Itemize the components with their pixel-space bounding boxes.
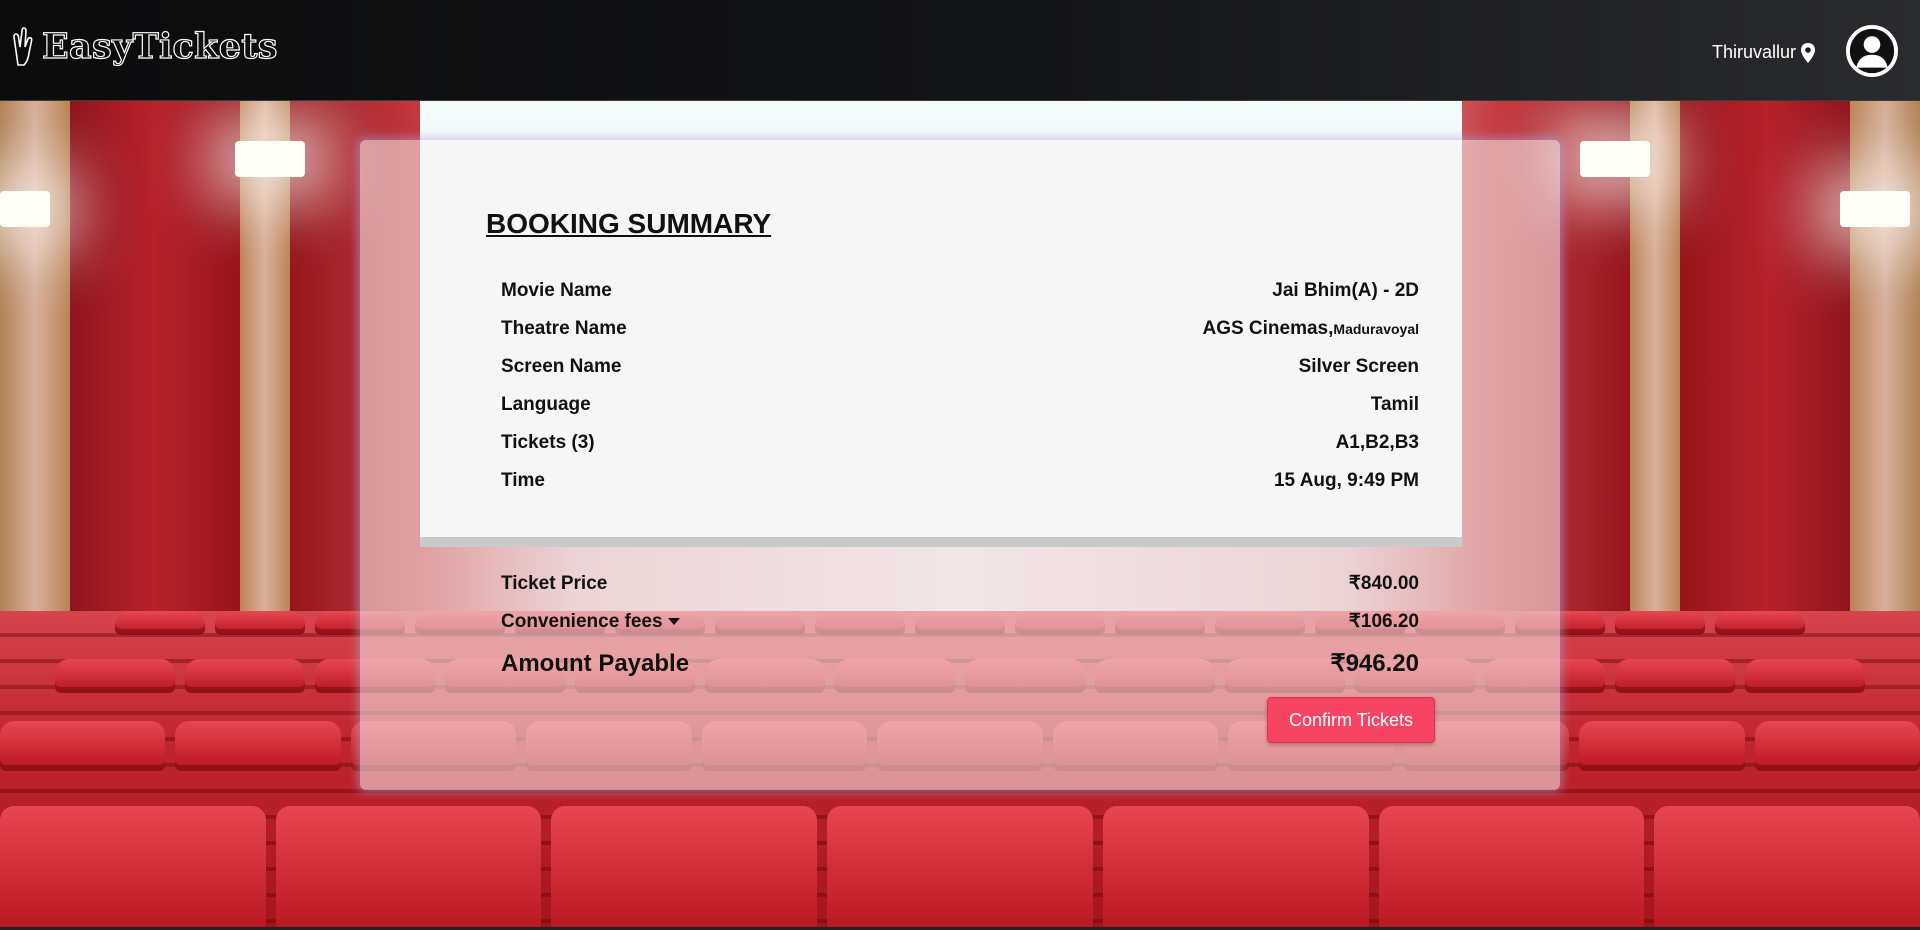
detail-label: Screen Name	[501, 356, 622, 377]
ticket-price-value: ₹840.00	[1348, 573, 1419, 594]
detail-value: Silver Screen	[1298, 356, 1419, 377]
brand-name: EasyTickets	[41, 25, 278, 67]
top-navbar: EasyTickets Thiruvallur	[0, 0, 1920, 101]
language-row: Language Tamil	[501, 394, 1419, 416]
ticket-price-label: Ticket Price	[501, 573, 608, 594]
user-avatar[interactable]	[1846, 25, 1898, 77]
screen-name-row: Screen Name Silver Screen	[501, 356, 1419, 378]
time-row: Time 15 Aug, 9:49 PM	[501, 470, 1419, 492]
theatre-name-row: Theatre Name AGS Cinemas,Maduravoyal	[501, 318, 1419, 340]
detail-label: Time	[501, 470, 546, 491]
ticket-price-row: Ticket Price ₹840.00	[501, 572, 1419, 595]
map-pin-icon	[1801, 42, 1815, 63]
brand-logo[interactable]: EasyTickets	[10, 25, 278, 68]
amount-payable-value: ₹946.20	[1330, 650, 1419, 677]
amount-payable-row: Amount Payable ₹946.20	[501, 649, 1419, 678]
hand-peace-icon	[13, 26, 33, 66]
location-selector[interactable]: Thiruvallur	[1712, 42, 1816, 63]
detail-value: 15 Aug, 9:49 PM	[1273, 470, 1419, 491]
detail-label: Movie Name	[501, 280, 612, 301]
tickets-row: Tickets (3) A1,B2,B3	[501, 432, 1419, 454]
booking-summary-card: BOOKING SUMMARY Movie Name Jai Bhim(A) -…	[360, 140, 1560, 790]
detail-label: Language	[501, 394, 591, 415]
amount-payable-label: Amount Payable	[501, 650, 690, 677]
user-avatar-icon	[1848, 27, 1896, 75]
location-label: Thiruvallur	[1711, 42, 1796, 62]
caret-down-icon	[667, 618, 680, 626]
detail-value: A1,B2,B3	[1335, 432, 1419, 453]
detail-label: Tickets (3)	[501, 432, 595, 453]
convenience-fees-toggle[interactable]: Convenience fees	[501, 611, 680, 633]
theatre-location: Maduravoyal	[1333, 321, 1419, 337]
convenience-fees-value: ₹106.20	[1348, 611, 1419, 632]
detail-value: Tamil	[1370, 394, 1419, 415]
confirm-tickets-button[interactable]: Confirm Tickets	[1267, 697, 1435, 743]
detail-label: Theatre Name	[501, 318, 627, 339]
detail-value: Jai Bhim(A) - 2D	[1272, 280, 1419, 301]
summary-title: BOOKING SUMMARY	[486, 208, 772, 239]
detail-value: AGS Cinemas,Maduravoyal	[1202, 318, 1419, 339]
convenience-fees-row: Convenience fees ₹106.20	[501, 610, 1419, 633]
movie-name-row: Movie Name Jai Bhim(A) - 2D	[501, 280, 1419, 302]
